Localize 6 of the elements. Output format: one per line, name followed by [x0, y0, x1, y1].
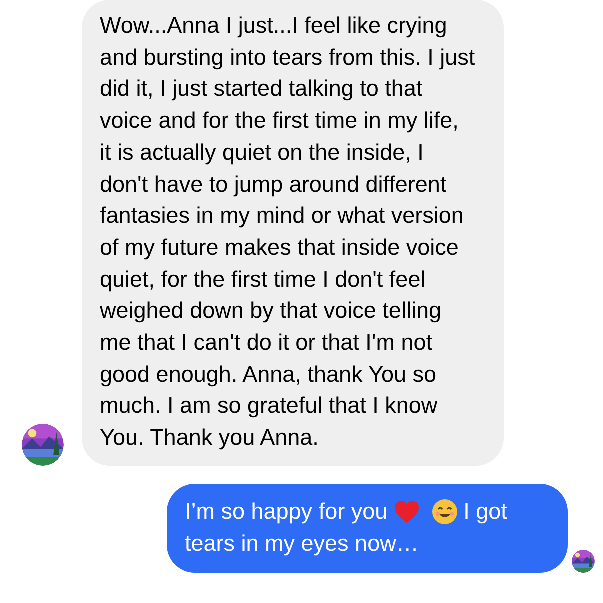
message-bubble: Wow...Anna I just...I feel like crying and bursting into tears from this. I just did it, I just started talking to that voice and for the first time in my life, it is actually quiet on the inside, I don't have to jump around different fantasies in my mind or what version of my future makes that inside voice quiet, for the first time I don't feel weighed down by that voice telling me that I can't do it or that I'm not good enough. Anna, thank You so much. I am so grateful that I know You. Thank you Anna.	[82, 0, 504, 466]
message-text: I got	[464, 498, 508, 526]
message-text: tears in my eyes now…	[185, 530, 419, 558]
smiley-icon	[432, 498, 458, 525]
heart-icon	[394, 500, 420, 524]
message-text: I’m so happy for you	[185, 498, 388, 526]
